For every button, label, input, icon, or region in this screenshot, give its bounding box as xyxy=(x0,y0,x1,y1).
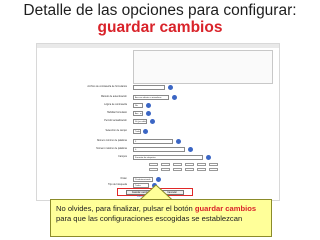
form-row-label: Tipo de búsqueda xyxy=(107,183,127,186)
help-icon[interactable] xyxy=(168,85,173,90)
help-icon[interactable] xyxy=(143,129,148,134)
grid-cell[interactable] xyxy=(209,168,218,171)
help-icon[interactable] xyxy=(172,95,177,100)
grid-cell[interactable] xyxy=(149,168,158,171)
form-row-select[interactable]: Acceso abierto a miembros xyxy=(133,95,169,100)
form-row: Número máximo de palabras 0 xyxy=(37,146,279,154)
grid-cell[interactable] xyxy=(197,168,206,171)
help-icon[interactable] xyxy=(146,103,151,108)
form-row: Permitir actualización Sí (por defecto) xyxy=(37,118,279,126)
description-textarea[interactable] xyxy=(133,50,273,84)
form-row-label: Selección de campo xyxy=(105,129,127,132)
reminder-callout: No olvides, para finalizar, pulsar el bo… xyxy=(50,199,272,237)
form-row: Método de autenticación Acceso abierto a… xyxy=(37,94,279,102)
help-icon[interactable] xyxy=(146,111,151,116)
form-row-select[interactable]: 3 xyxy=(133,139,173,144)
form-row: Lógica de contraseña No xyxy=(37,102,279,110)
form-row-label: Archivo de contraseña de formularios xyxy=(87,85,127,88)
form-row-label: Campos xyxy=(118,155,127,158)
grid-cell[interactable] xyxy=(161,163,170,166)
form-row-select[interactable]: Sí (por defecto) xyxy=(133,119,147,124)
help-icon[interactable] xyxy=(150,119,155,124)
form-row-label: Habilitar formulario xyxy=(106,111,127,114)
options-grid xyxy=(149,163,231,175)
form-row: Selección de campo Todos xyxy=(37,128,279,136)
settings-screenshot: Archivo de contraseña de formularios Mét… xyxy=(36,43,280,201)
form-row-select[interactable]: 0 xyxy=(133,147,185,152)
form-row: Habilitar formulario Acc. a d. xyxy=(37,110,279,118)
grid-cell[interactable] xyxy=(209,163,218,166)
help-icon[interactable] xyxy=(176,139,181,144)
grid-cell[interactable] xyxy=(185,168,194,171)
screenshot-top-bar xyxy=(37,44,279,48)
form-row-label: Lógica de contraseña xyxy=(104,103,127,106)
grid-cell[interactable] xyxy=(173,168,182,171)
title-line-2-highlight: guardar cambios xyxy=(97,19,223,36)
form-row-select[interactable]: Todos xyxy=(133,129,141,134)
form-row-select[interactable]: Acc. a d. xyxy=(133,111,143,116)
grid-cell[interactable] xyxy=(185,163,194,166)
form-row-label: Número máximo de palabras xyxy=(96,147,127,150)
title-line-1: Detalle de las opciones para configurar: xyxy=(23,2,297,19)
form-row-select[interactable]: No xyxy=(133,103,143,108)
form-row-select[interactable]: Formato de etiquetas xyxy=(133,155,203,160)
callout-text-b: para que las configuraciones escogidas s… xyxy=(56,214,243,223)
form-row-label: Permitir actualización xyxy=(104,119,127,122)
grid-cell[interactable] xyxy=(173,163,182,166)
slide-title: Detalle de las opciones para configurar:… xyxy=(0,2,320,36)
form-row-label: Orden xyxy=(120,177,127,180)
grid-cell[interactable] xyxy=(149,163,158,166)
callout-text-a: No olvides, para finalizar, pulsar el bo… xyxy=(56,204,195,213)
form-row: Campos Formato de etiquetas xyxy=(37,154,279,162)
grid-cell[interactable] xyxy=(161,168,170,171)
help-icon[interactable] xyxy=(206,155,211,160)
form-row: Número mínimo de palabras 3 xyxy=(37,138,279,146)
form-row-label: Número mínimo de palabras xyxy=(96,139,127,142)
form-row-label: Método de autenticación xyxy=(100,95,127,98)
grid-cell[interactable] xyxy=(197,163,206,166)
callout-highlight: guardar cambios xyxy=(194,204,257,213)
form-row-field[interactable] xyxy=(133,85,165,90)
form-row: Archivo de contraseña de formularios xyxy=(37,84,279,92)
help-icon[interactable] xyxy=(188,147,193,152)
